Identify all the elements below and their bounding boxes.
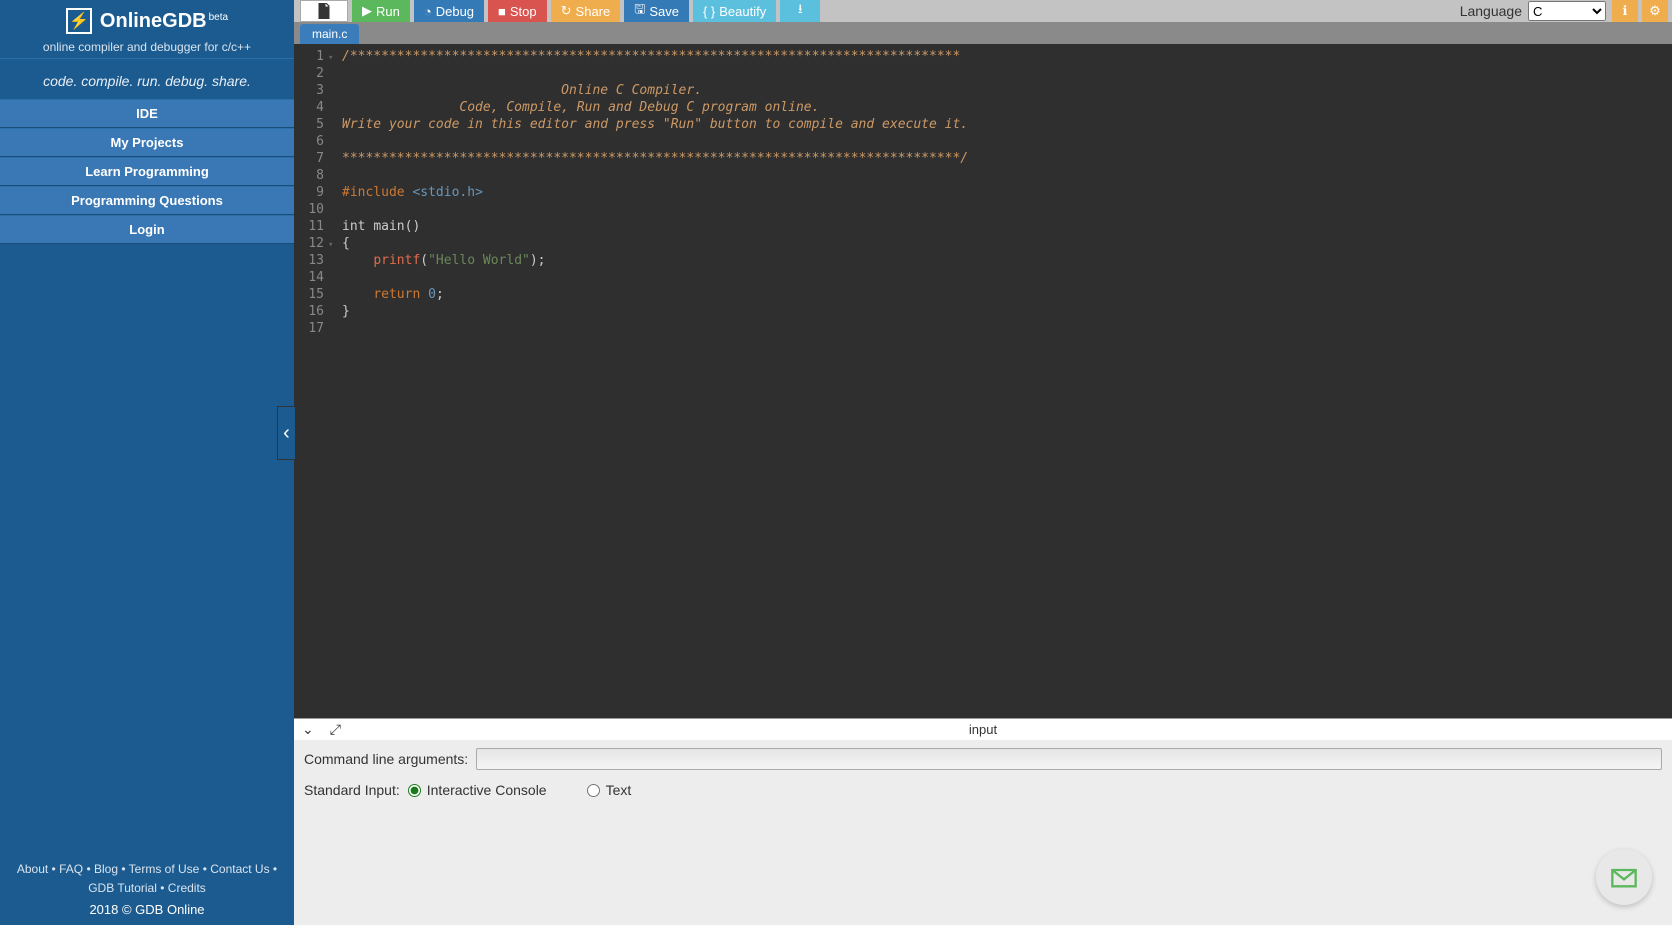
- envelope-icon: [1610, 863, 1638, 891]
- stop-button[interactable]: ■Stop: [488, 0, 547, 22]
- tab-main-c[interactable]: main.c: [300, 24, 359, 44]
- language-select[interactable]: C: [1528, 1, 1606, 21]
- sidebar-header: ⚡ OnlineGDBbeta online compiler and debu…: [0, 0, 294, 58]
- app-title: OnlineGDB: [100, 10, 207, 32]
- save-icon: 🖫: [634, 0, 645, 22]
- footer-link-blog[interactable]: Blog: [94, 862, 118, 876]
- stdin-text-option[interactable]: Text: [587, 782, 632, 798]
- copyright: 2018 © GDB Online: [0, 902, 294, 925]
- beautify-button[interactable]: { }Beautify: [693, 0, 776, 22]
- expand-panel-button[interactable]: ⤢: [322, 721, 349, 738]
- stdin-label: Standard Input:: [304, 782, 400, 798]
- input-panel-header: ⌄ ⤢ input: [294, 718, 1672, 740]
- footer-link-credits[interactable]: Credits: [168, 881, 206, 895]
- nav-item-my-projects[interactable]: My Projects: [0, 128, 294, 157]
- download-button[interactable]: ⭳: [780, 0, 820, 22]
- save-button[interactable]: 🖫Save: [624, 0, 689, 22]
- footer-link-contact-us[interactable]: Contact Us: [210, 862, 269, 876]
- footer-link-about[interactable]: About: [17, 862, 48, 876]
- download-icon: ⭳: [798, 0, 803, 22]
- main-area: ▶Run ◔Debug ■Stop ↻Share 🖫Save { }Beauti…: [294, 0, 1672, 925]
- nav-item-ide[interactable]: IDE: [0, 99, 294, 128]
- language-label: Language: [1460, 0, 1528, 22]
- cmd-args-input[interactable]: [476, 748, 1662, 770]
- nav-item-learn-programming[interactable]: Learn Programming: [0, 157, 294, 186]
- code-area[interactable]: /***************************************…: [338, 44, 1672, 718]
- braces-icon: { }: [703, 4, 715, 19]
- panel-title: input: [969, 722, 997, 737]
- play-icon: ▶: [362, 3, 372, 19]
- tabbar: main.c: [294, 22, 1672, 44]
- footer-link-faq[interactable]: FAQ: [59, 862, 83, 876]
- toolbar: ▶Run ◔Debug ■Stop ↻Share 🖫Save { }Beauti…: [294, 0, 1672, 22]
- slogan: code. compile. run. debug. share.: [0, 58, 294, 99]
- settings-button[interactable]: ⚙: [1642, 0, 1668, 22]
- subtitle: online compiler and debugger for c/c++: [0, 40, 294, 54]
- input-panel: Command line arguments: Standard Input: …: [294, 740, 1672, 925]
- beta-badge: beta: [209, 12, 228, 23]
- footer-link-terms-of-use[interactable]: Terms of Use: [129, 862, 200, 876]
- logo-icon: ⚡: [66, 8, 92, 34]
- file-icon: [317, 3, 331, 19]
- run-button[interactable]: ▶Run: [352, 0, 410, 22]
- gear-icon: ⚙: [1649, 3, 1661, 19]
- clock-icon: ◔: [424, 4, 432, 19]
- share-icon: ↻: [561, 3, 572, 19]
- gutter: 1▾23456789101112▾1314151617: [294, 44, 338, 718]
- nav-item-programming-questions[interactable]: Programming Questions: [0, 186, 294, 215]
- info-button[interactable]: ℹ: [1612, 0, 1638, 22]
- footer-links: About • FAQ • Blog • Terms of Use • Cont…: [0, 856, 294, 902]
- collapse-panel-button[interactable]: ⌄: [294, 721, 322, 738]
- info-icon: ℹ: [1623, 3, 1628, 19]
- cmd-args-label: Command line arguments:: [304, 751, 468, 767]
- sidebar: ⚡ OnlineGDBbeta online compiler and debu…: [0, 0, 294, 925]
- code-editor[interactable]: 1▾23456789101112▾1314151617 /***********…: [294, 44, 1672, 718]
- debug-button[interactable]: ◔Debug: [414, 0, 484, 22]
- chat-button[interactable]: [1596, 849, 1652, 905]
- footer-link-gdb-tutorial[interactable]: GDB Tutorial: [88, 881, 157, 895]
- stdin-interactive-option[interactable]: Interactive Console: [408, 782, 547, 798]
- sidebar-collapse-button[interactable]: ‹: [277, 406, 295, 460]
- stop-icon: ■: [498, 4, 506, 19]
- nav-item-login[interactable]: Login: [0, 215, 294, 244]
- share-button[interactable]: ↻Share: [551, 0, 621, 22]
- new-file-button[interactable]: [300, 0, 348, 22]
- chevron-left-icon: ‹: [283, 422, 290, 445]
